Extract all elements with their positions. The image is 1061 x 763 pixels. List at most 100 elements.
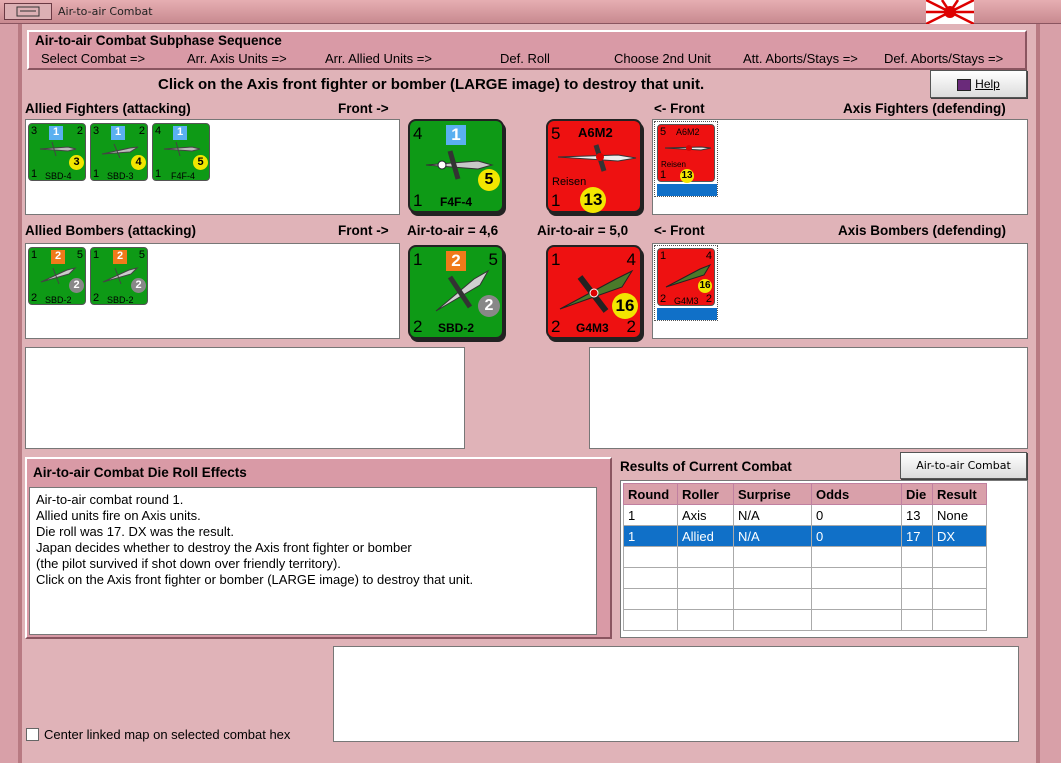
col-result[interactable]: Result — [932, 483, 987, 505]
allied-fighter-counter[interactable]: 3 2 1 3 1 SBD-4 — [28, 123, 86, 181]
col-roller[interactable]: Roller — [677, 483, 734, 505]
counter-defense: 2 — [551, 317, 561, 336]
combat-chart-button[interactable]: Air-to-air Combat Chart — [900, 452, 1027, 497]
table-row-selected[interactable]: 1 Allied N/A 0 17 DX — [623, 525, 987, 547]
col-surprise[interactable]: Surprise — [733, 483, 812, 505]
results-table-container: Round Roller Surprise Odds Die Result 1 … — [620, 480, 1028, 638]
subphase-title: Air-to-air Combat Subphase Sequence — [35, 33, 282, 48]
allied-fighters-box[interactable]: 3 2 1 3 1 SBD-4 3 2 1 4 1 SBD-3 4 1 5 1 … — [25, 119, 400, 215]
table-row-empty — [623, 546, 987, 568]
step-arrange-allied: Arr. Allied Units => — [325, 51, 432, 66]
counter-movement: 2 — [705, 293, 712, 305]
counter-disc: 16 — [612, 293, 638, 319]
axis-fighter-counter[interactable]: 5 A6M2 Reisen 1 13 — [657, 124, 715, 183]
cell-round: 1 — [623, 504, 678, 526]
counter-attack: 1 — [413, 250, 423, 269]
title-bar: Air-to-air Combat — [0, 0, 1061, 24]
subphase-panel: Air-to-air Combat Subphase Sequence Sele… — [27, 30, 1027, 70]
center-map-label: Center linked map on selected combat hex — [44, 727, 291, 742]
step-select-combat: Select Combat => — [41, 51, 146, 66]
counter-name: SBD-2 — [45, 295, 72, 305]
table-row-empty — [623, 588, 987, 610]
axis-info-pane — [589, 347, 1028, 449]
center-map-checkbox[interactable] — [26, 728, 39, 741]
col-round[interactable]: Round — [623, 483, 678, 505]
effects-panel: Air-to-air Combat Die Roll Effects Air-t… — [25, 457, 612, 639]
counter-disc: 5 — [478, 169, 500, 191]
axis-front-bomber[interactable]: 1 4 16 2 G4M3 2 — [546, 245, 642, 339]
counter-disc: 4 — [131, 155, 146, 170]
allied-fighters-label: Allied Fighters (attacking) — [25, 101, 191, 116]
counter-disc: 5 — [193, 155, 208, 170]
counter-attack: 1 — [93, 249, 100, 261]
counter-defense: 1 — [31, 168, 38, 180]
col-odds[interactable]: Odds — [811, 483, 902, 505]
allied-bombers-box[interactable]: 1 5 2 2 2 SBD-2 1 5 2 2 2 SBD-2 — [25, 243, 400, 339]
counter-defense: 1 — [93, 168, 100, 180]
allied-fighter-counter[interactable]: 3 2 1 4 1 SBD-3 — [90, 123, 148, 181]
cell-odds: 0 — [811, 525, 902, 547]
col-die[interactable]: Die — [901, 483, 933, 505]
center-map-option[interactable]: Center linked map on selected combat hex — [26, 727, 290, 742]
counter-name: G4M3 — [674, 296, 699, 306]
counter-attack: 4 — [413, 124, 423, 143]
counter-defense: 2 — [93, 292, 100, 304]
counter-range: 5 — [76, 249, 83, 261]
effects-line: Allied units fire on Axis units. — [36, 508, 201, 523]
axis-bomber-slot[interactable]: 1 4 16 2 G4M3 2 — [654, 245, 718, 321]
axis-front-fighter[interactable]: 5 A6M2 Reisen 1 13 — [546, 119, 642, 213]
counter-name: F4F-4 — [171, 171, 196, 181]
counter-badge: 2 — [113, 250, 127, 264]
allied-front-fighter[interactable]: 4 1 5 1 F4F-4 — [408, 119, 504, 213]
japan-flag-icon — [926, 0, 974, 24]
allied-front-bomber[interactable]: 1 5 2 2 2 SBD-2 — [408, 245, 504, 339]
counter-defense: 2 — [413, 317, 423, 336]
axis-bombers-label: Axis Bombers (defending) — [838, 223, 1007, 238]
cell-roller: Allied — [677, 525, 734, 547]
counter-movement: 2 — [626, 317, 636, 336]
allied-bomber-counter[interactable]: 1 5 2 2 2 SBD-2 — [90, 247, 148, 305]
plane-icon — [557, 144, 637, 172]
effects-line: (the pilot survived if shot down over fr… — [36, 556, 341, 571]
counter-subname: Reisen — [552, 176, 587, 188]
counter-name: F4F-4 — [440, 195, 473, 209]
allied-info-pane — [25, 347, 465, 449]
cell-surprise: N/A — [733, 504, 812, 526]
step-choose-2nd-unit: Choose 2nd Unit — [614, 51, 711, 66]
counter-defense: 2 — [660, 293, 667, 305]
counter-attack: 4 — [155, 125, 162, 137]
counter-defense: 1 — [551, 191, 561, 210]
axis-bombers-box[interactable]: 1 4 16 2 G4M3 2 — [652, 243, 1028, 339]
cell-die: 17 — [901, 525, 933, 547]
cell-round: 1 — [623, 525, 678, 547]
allied-fighters-front-label: Front -> — [338, 101, 389, 116]
axis-fighters-box[interactable]: 5 A6M2 Reisen 1 13 — [652, 119, 1028, 215]
cell-result: DX — [932, 525, 987, 547]
instruction-text: Click on the Axis front fighter or bombe… — [158, 76, 705, 93]
table-row-empty — [623, 609, 987, 631]
table-row[interactable]: 1 Axis N/A 0 13 None — [623, 504, 987, 526]
axis-bomber-counter[interactable]: 1 4 16 2 G4M3 2 — [657, 248, 715, 306]
cell-die: 13 — [901, 504, 933, 526]
window-title: Air-to-air Combat — [58, 5, 153, 18]
help-button[interactable]: Help — [930, 70, 1027, 98]
table-row-empty — [623, 567, 987, 589]
counter-badge: 1 — [446, 125, 466, 145]
step-def-aborts: Def. Aborts/Stays => — [884, 51, 1004, 66]
counter-disc: 2 — [478, 295, 500, 317]
counter-disc: 13 — [680, 169, 694, 183]
allied-fighter-counter[interactable]: 4 1 5 1 F4F-4 — [152, 123, 210, 181]
unit-status-bar — [657, 184, 717, 196]
window-menu-icon — [16, 6, 40, 17]
window-menu-button[interactable] — [4, 3, 52, 20]
counter-badge: 1 — [173, 126, 187, 140]
axis-fighter-slot[interactable]: 5 A6M2 Reisen 1 13 — [654, 121, 718, 197]
counter-defense: 1 — [413, 191, 423, 210]
counter-disc: 2 — [69, 278, 84, 293]
counter-attack: 5 — [660, 126, 667, 138]
counter-disc: 2 — [131, 278, 146, 293]
results-title: Results of Current Combat — [620, 459, 792, 474]
allied-air-to-air: Air-to-air = 4,6 — [407, 223, 499, 238]
allied-bomber-counter[interactable]: 1 5 2 2 2 SBD-2 — [28, 247, 86, 305]
plane-icon — [664, 145, 712, 151]
